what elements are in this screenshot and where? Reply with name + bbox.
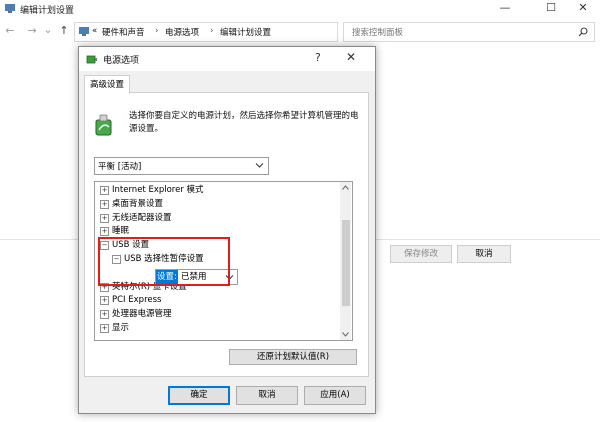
expand-icon[interactable]: + — [100, 227, 109, 237]
plan-description: 选择你要自定义的电源计划，然后选择你希望计算机管理的电源设置。 — [129, 111, 359, 134]
back-arrow-icon[interactable]: ← — [3, 24, 17, 37]
breadcrumb-item[interactable]: 硬件和声音 — [102, 26, 145, 38]
tree-item-label: Internet Explorer 模式 — [112, 185, 204, 195]
tree-item-label: 处理器电源管理 — [112, 309, 172, 320]
scroll-up-icon[interactable] — [342, 185, 349, 190]
help-button[interactable]: ? — [315, 51, 321, 64]
dialog-title-bar: 电源选项 ? ✕ — [79, 47, 375, 71]
expand-icon[interactable]: + — [100, 310, 109, 320]
tree-item-label: PCI Express — [112, 295, 162, 306]
scrollbar-thumb[interactable] — [342, 220, 350, 306]
chevron-down-icon — [225, 275, 234, 280]
address-bar[interactable]: « 硬件和声音 › 电源选项 › 编辑计划设置 — [74, 22, 338, 42]
tree-item-label: USB 设置 — [112, 240, 150, 251]
dialog-close-button[interactable]: ✕ — [346, 50, 356, 64]
collapse-icon[interactable]: − — [100, 241, 109, 251]
setting-label: 设置: — [156, 270, 178, 284]
tree-item-label: 无线适配器设置 — [112, 212, 172, 223]
up-arrow-icon[interactable]: ↑ — [57, 24, 71, 37]
tree-item-label: 睡眠 — [112, 226, 130, 237]
collapse-icon[interactable]: − — [112, 255, 121, 264]
setting-value-select[interactable]: 设置: 已禁用 — [155, 269, 238, 285]
address-prefix: « — [92, 26, 98, 36]
power-plan-icon — [95, 114, 112, 136]
power-options-icon — [86, 55, 97, 64]
power-plan-select[interactable]: 平衡 [活动] — [94, 157, 269, 175]
power-options-dialog: 电源选项 ? ✕ 高级设置 选择你要自定义的电源计划，然后选择你希望计算机管理的… — [78, 46, 376, 414]
dialog-title: 电源选项 — [103, 56, 140, 66]
expand-icon[interactable]: + — [100, 324, 109, 333]
control-panel-icon — [5, 4, 15, 13]
tree-item-label: 显示 — [112, 323, 130, 333]
cancel-button[interactable]: 取消 — [457, 245, 511, 263]
forward-arrow-icon[interactable]: → — [25, 24, 39, 37]
tab-advanced-settings[interactable]: 高级设置 — [84, 75, 130, 94]
tree-item-label: 桌面背景设置 — [112, 198, 164, 209]
window-title-bar: 编辑计划设置 — ☐ ✕ — [0, 0, 600, 18]
breadcrumb-item[interactable]: 编辑计划设置 — [220, 26, 271, 38]
minimize-button[interactable]: — — [488, 0, 522, 18]
breadcrumb-item[interactable]: 电源选项 — [165, 26, 199, 38]
recent-locations-chevron-icon[interactable]: ⌄ — [41, 23, 55, 36]
restore-defaults-button[interactable]: 还原计划默认值(R) — [229, 349, 357, 365]
tree-item-label: USB 选择性暂停设置 — [124, 254, 204, 264]
ok-button[interactable]: 确定 — [168, 386, 230, 405]
dialog-cancel-button[interactable]: 取消 — [236, 386, 298, 405]
breadcrumb-separator: › — [210, 26, 214, 36]
chevron-down-icon — [255, 163, 264, 168]
setting-value: 已禁用 — [181, 272, 207, 282]
breadcrumb-separator: › — [155, 26, 159, 36]
apply-button[interactable]: 应用(A) — [304, 386, 366, 405]
tree-scrollbar[interactable] — [340, 182, 351, 340]
expand-icon[interactable]: + — [100, 199, 109, 209]
save-changes-button[interactable]: 保存修改 — [390, 245, 452, 263]
expand-icon[interactable]: + — [100, 296, 109, 306]
search-icon[interactable] — [578, 27, 588, 37]
close-button[interactable]: ✕ — [566, 0, 600, 18]
window-title: 编辑计划设置 — [20, 6, 75, 16]
control-panel-icon — [79, 27, 89, 36]
expand-icon[interactable]: + — [100, 282, 109, 292]
maximize-button[interactable]: ☐ — [534, 0, 568, 18]
settings-tree[interactable]: + Internet Explorer 模式 + 桌面背景设置 + 无线适配器设置 + 睡眠 −… — [94, 181, 353, 341]
expand-icon[interactable]: + — [100, 213, 109, 223]
expand-icon[interactable]: + — [100, 186, 109, 195]
scroll-down-icon[interactable] — [342, 332, 349, 337]
search-placeholder: 搜索控制面板 — [352, 28, 404, 38]
power-plan-selected-value: 平衡 [活动] — [98, 162, 142, 172]
search-input[interactable]: 搜索控制面板 — [343, 22, 595, 42]
